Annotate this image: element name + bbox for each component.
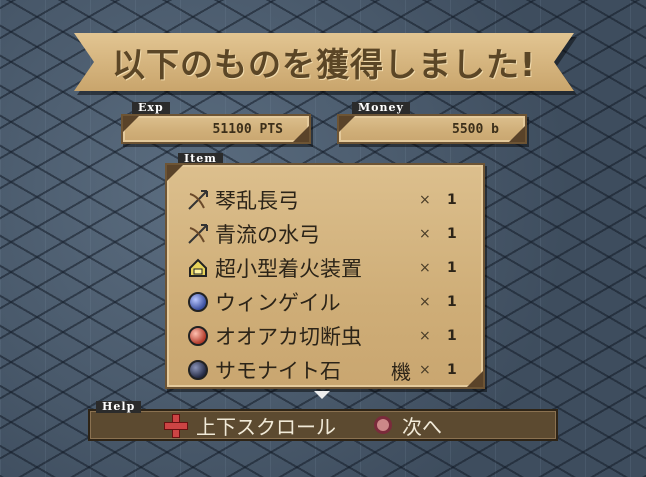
exp-box: 51100 PTS [121,114,311,144]
blue-gem-icon [185,289,211,315]
item-quantity: 1 [447,260,457,276]
list-item: サモナイト石 機 × 1 [185,353,473,387]
bow-icon [185,221,211,247]
scroll-down-arrow-icon[interactable] [314,391,330,399]
exp-box-corner [123,116,139,132]
help-label: Help [96,401,142,413]
item-panel-corner [167,165,183,181]
money-box: 5500 b [337,114,527,144]
circle-button-icon [374,416,392,434]
item-quantity: 1 [447,328,457,344]
money-value: 5500 b [452,121,499,137]
device-icon [185,255,211,281]
item-name: 超小型着火装置 [215,257,362,281]
item-times-sign: × [419,328,431,344]
item-times-sign: × [419,192,431,208]
banner-title: 以下のものを獲得しました! [111,45,537,84]
dpad-icon [164,414,188,438]
item-extra-mark: 機 [391,359,411,384]
list-item: オオアカ切断虫 × 1 [185,319,473,353]
money-box-corner [509,126,525,142]
item-name: サモナイト石 [215,359,341,383]
help-scroll-text: 上下スクロール [196,414,336,439]
item-panel[interactable]: 琴乱長弓 × 1 青流の水弓 × 1 超小型着火装置 × 1 ウィンゲイル × … [165,163,485,389]
help-bar: 上下スクロール 次へ [88,409,558,441]
exp-value: 51100 PTS [212,121,283,137]
item-list[interactable]: 琴乱長弓 × 1 青流の水弓 × 1 超小型着火装置 × 1 ウィンゲイル × … [185,183,473,387]
item-panel-corner [467,371,483,387]
money-box-corner [339,116,355,132]
item-quantity: 1 [447,192,457,208]
item-quantity: 1 [447,226,457,242]
item-name: ウィンゲイル [215,291,341,315]
list-item: ウィンゲイル × 1 [185,285,473,319]
list-item: 青流の水弓 × 1 [185,217,473,251]
item-quantity: 1 [447,362,457,378]
item-times-sign: × [419,362,431,378]
red-gem-icon [185,323,211,349]
exp-box-corner [293,126,309,142]
item-times-sign: × [419,260,431,276]
bow-icon [185,187,211,213]
list-item: 超小型着火装置 × 1 [185,251,473,285]
list-item: 琴乱長弓 × 1 [185,183,473,217]
item-times-sign: × [419,226,431,242]
item-quantity: 1 [447,294,457,310]
help-next-text: 次へ [402,414,442,439]
dark-gem-icon [185,357,211,383]
item-name: 琴乱長弓 [215,189,299,213]
exp-label: Exp [132,102,170,114]
item-name: オオアカ切断虫 [215,325,362,349]
item-name: 青流の水弓 [215,223,320,247]
item-times-sign: × [419,294,431,310]
reward-banner: 以下のものを獲得しました! [74,33,577,95]
money-label: Money [352,102,410,114]
